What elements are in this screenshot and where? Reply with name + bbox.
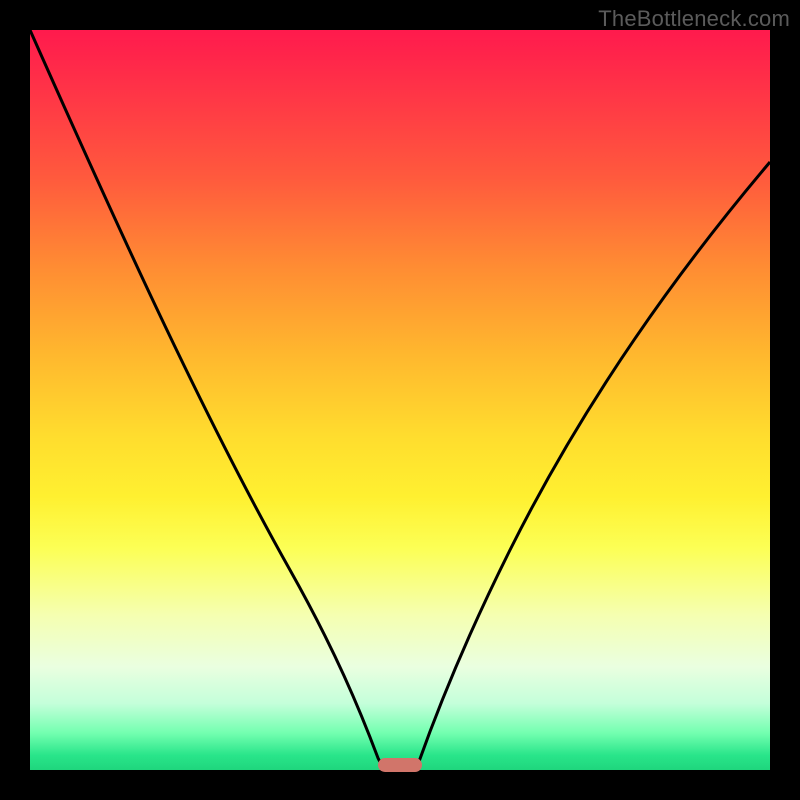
bottleneck-marker <box>378 758 422 772</box>
curve-layer <box>30 30 770 770</box>
watermark-text: TheBottleneck.com <box>598 6 790 32</box>
right-branch <box>416 162 770 770</box>
left-branch <box>30 30 384 770</box>
